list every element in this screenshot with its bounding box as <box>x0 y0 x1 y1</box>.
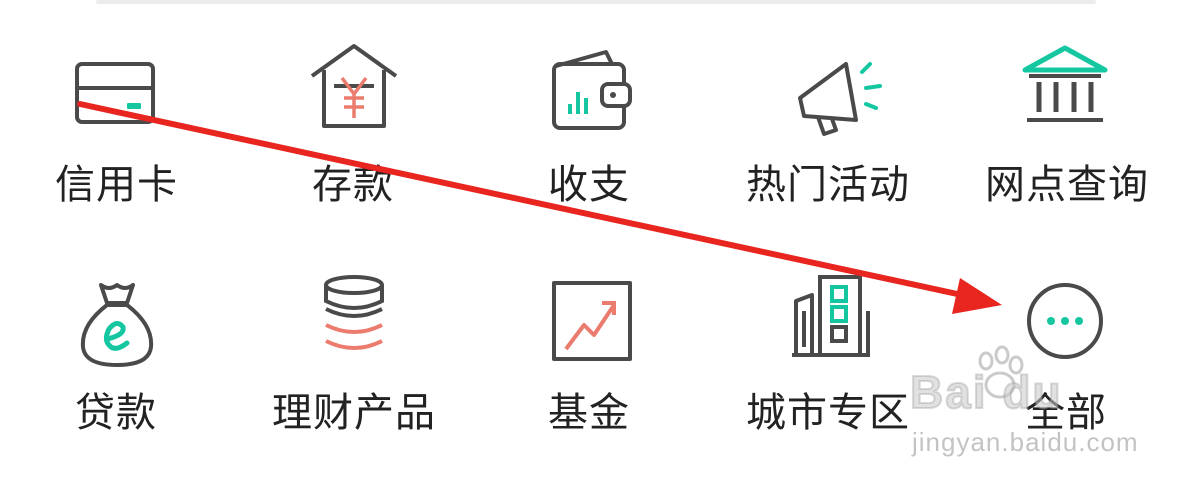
grid-item-credit-card[interactable]: 信用卡 <box>15 40 215 240</box>
grid-item-label: 存款 <box>312 162 394 208</box>
grid-item-fund[interactable]: 基金 <box>490 265 690 465</box>
grid-item-all[interactable]: 全部 <box>965 265 1165 465</box>
grid-item-branch-query[interactable]: 网点查询 <box>965 40 1165 240</box>
grid-item-label: 城市专区 <box>746 390 910 436</box>
coin-stack-icon <box>304 271 404 371</box>
grid-item-label: 基金 <box>548 390 630 436</box>
credit-card-icon <box>65 48 165 148</box>
service-grid: 信用卡 存款 收支 热门活动 网点查询 贷款 理财产品 基金 城市专区 全部 <box>0 0 1179 487</box>
grid-item-city-zone[interactable]: 城市专区 <box>728 265 928 465</box>
grid-item-label: 全部 <box>1025 390 1107 436</box>
grid-item-label: 网点查询 <box>985 162 1149 208</box>
money-bag-icon <box>67 277 167 377</box>
bank-building-icon <box>1015 42 1115 142</box>
grid-item-loan[interactable]: 贷款 <box>15 265 215 465</box>
grid-item-income-expense[interactable]: 收支 <box>490 40 690 240</box>
grid-item-hot-events[interactable]: 热门活动 <box>728 40 928 240</box>
city-building-icon <box>790 271 890 371</box>
megaphone-icon <box>790 50 890 150</box>
more-dots-icon <box>1015 273 1115 373</box>
wallet-chart-icon <box>542 44 642 144</box>
deposit-house-icon <box>304 40 404 140</box>
trend-chart-icon <box>542 273 642 373</box>
grid-item-label: 贷款 <box>75 390 157 436</box>
grid-item-label: 热门活动 <box>746 162 910 208</box>
grid-item-label: 收支 <box>548 162 630 208</box>
grid-item-deposit[interactable]: 存款 <box>252 40 452 240</box>
grid-item-label: 信用卡 <box>55 162 178 208</box>
grid-item-label: 理财产品 <box>272 390 436 436</box>
grid-item-wealth-products[interactable]: 理财产品 <box>252 265 452 465</box>
